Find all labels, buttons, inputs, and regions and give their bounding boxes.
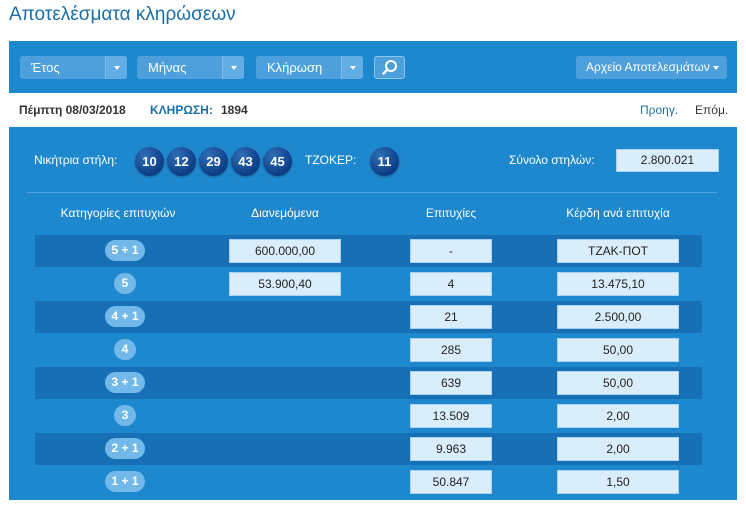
table-row: 3 13.509 2,00 [35, 400, 702, 432]
distributed-cell: 600.000,00 [229, 239, 341, 263]
draw-info-bar: Πέμπτη 08/03/2018 ΚΛΗΡΩΣΗ: 1894 Προηγ. Ε… [9, 93, 737, 127]
search-icon [382, 60, 397, 75]
prize-cell: 2,00 [557, 404, 679, 428]
category-badge: 3 [114, 405, 136, 426]
table-row: 5 + 1 600.000,00 - ΤΖΑΚ-ΠΟΤ [35, 235, 702, 267]
draw-date: Πέμπτη 08/03/2018 [19, 103, 126, 117]
total-columns-value: 2.800.021 [616, 149, 719, 172]
winners-cell: 9.963 [410, 437, 492, 461]
draw-number: 1894 [221, 103, 248, 117]
year-dropdown-label: Έτος [31, 60, 60, 75]
winning-number-ball: 45 [263, 147, 292, 176]
category-badge: 5 + 1 [105, 240, 145, 261]
archive-dropdown-label: Αρχείο Αποτελεσμάτων [586, 60, 710, 74]
winners-cell: 50.847 [410, 470, 492, 494]
results-panel: Νικήτρια στήλη: 10 12 29 43 45 ΤΖΟΚΕΡ: 1… [9, 127, 737, 500]
page-title: Αποτελέσματα κληρώσεων [9, 4, 236, 25]
winners-cell: 21 [410, 305, 492, 329]
winning-number-ball: 29 [199, 147, 228, 176]
total-columns-label: Σύνολο στηλών: [509, 153, 595, 167]
prize-cell: 50,00 [557, 338, 679, 362]
chevron-down-icon [105, 56, 127, 79]
chevron-down-icon [341, 56, 363, 79]
table-row: 5 53.900,40 4 13.475,10 [35, 268, 702, 300]
category-badge: 3 + 1 [105, 372, 145, 393]
winners-cell: 285 [410, 338, 492, 362]
joker-number-ball: 11 [370, 147, 399, 176]
table-row: 4 285 50,00 [35, 334, 702, 366]
category-badge: 4 [114, 339, 136, 360]
previous-draw-link[interactable]: Προηγ. [640, 93, 678, 127]
prize-cell: 2.500,00 [557, 305, 679, 329]
winners-cell: 13.509 [410, 404, 492, 428]
table-row: 3 + 1 639 50,00 [35, 367, 702, 399]
winners-cell: 639 [410, 371, 492, 395]
header-distributed: Διανεμόμενα [251, 206, 319, 220]
filter-toolbar: Έτος Μήνας Κλήρωση Αρχείο Αποτελεσμάτων [9, 41, 737, 93]
winners-cell: - [410, 239, 492, 263]
prize-cell: ΤΖΑΚ-ΠΟΤ [557, 239, 679, 263]
table-row: 1 + 1 50.847 1,50 [35, 466, 702, 498]
category-badge: 5 [114, 273, 136, 294]
joker-label: ΤΖΟΚΕΡ: [305, 153, 357, 167]
draw-label: ΚΛΗΡΩΣΗ: [150, 103, 213, 117]
search-button[interactable] [374, 56, 405, 79]
draw-dropdown[interactable]: Κλήρωση [256, 56, 363, 79]
next-draw-link[interactable]: Επόμ. [695, 93, 728, 127]
table-row: 2 + 1 9.963 2,00 [35, 433, 702, 465]
archive-dropdown[interactable]: Αρχείο Αποτελεσμάτων [576, 56, 727, 79]
winning-number-ball: 10 [135, 147, 164, 176]
header-winners: Επιτυχίες [425, 206, 477, 220]
header-categories: Κατηγορίες επιτυχιών [60, 206, 176, 220]
distributed-cell: 53.900,40 [229, 272, 341, 296]
prize-cell: 1,50 [557, 470, 679, 494]
category-badge: 4 + 1 [105, 306, 145, 327]
chevron-down-icon [713, 66, 719, 70]
prize-cell: 13.475,10 [557, 272, 679, 296]
winning-number-ball: 12 [167, 147, 196, 176]
month-dropdown-label: Μήνας [148, 60, 187, 75]
category-badge: 1 + 1 [105, 471, 145, 492]
month-dropdown[interactable]: Μήνας [137, 56, 244, 79]
prize-cell: 50,00 [557, 371, 679, 395]
winning-column-label: Νικήτρια στήλη: [34, 153, 118, 167]
winners-cell: 4 [410, 272, 492, 296]
header-prize-per-winner: Κέρδη ανά επιτυχία [566, 206, 670, 220]
chevron-down-icon [222, 56, 244, 79]
category-badge: 2 + 1 [105, 438, 145, 459]
year-dropdown[interactable]: Έτος [20, 56, 127, 79]
divider [27, 192, 717, 193]
table-row: 4 + 1 21 2.500,00 [35, 301, 702, 333]
winning-number-ball: 43 [231, 147, 260, 176]
prize-cell: 2,00 [557, 437, 679, 461]
draw-dropdown-label: Κλήρωση [267, 60, 323, 75]
